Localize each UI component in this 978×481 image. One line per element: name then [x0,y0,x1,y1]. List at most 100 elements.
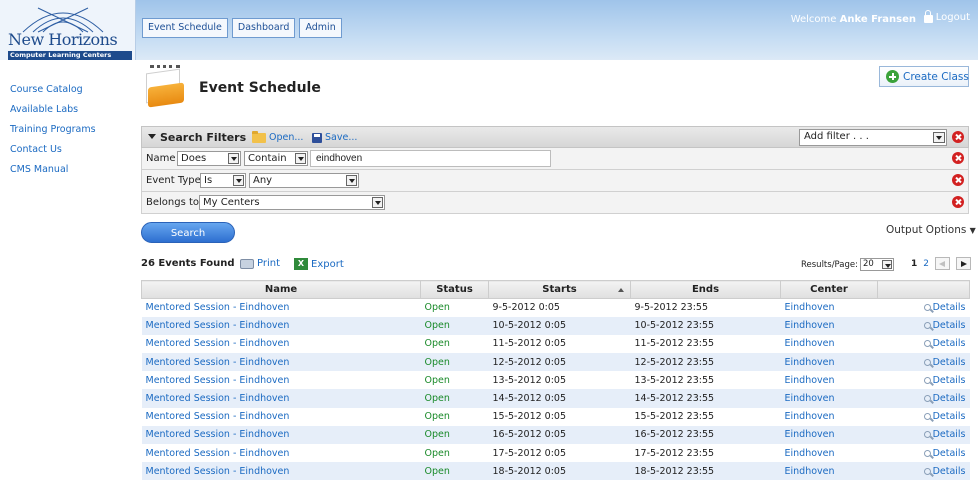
search-filters-toggle[interactable]: Search Filters [148,131,246,144]
sort-ascending-icon [618,288,624,292]
page-title: Event Schedule [199,80,321,96]
sidebar-item-training-programs[interactable]: Training Programs [10,120,132,140]
event-name-link[interactable]: Mentored Session - Eindhoven [142,444,421,462]
save-filters-link[interactable]: Save... [312,132,357,143]
dropdown-arrow-icon[interactable] [933,132,945,143]
output-options-menu[interactable]: Output Options ▼ [886,224,976,236]
column-header-center[interactable]: Center [780,280,878,299]
event-status: Open [420,389,489,408]
floppy-disk-icon [312,132,322,143]
nav-tab-admin[interactable]: Admin [299,18,342,38]
details-link[interactable]: Details [877,389,970,408]
details-link[interactable]: Details [878,371,970,389]
details-label: Details [932,393,966,405]
event-name-link[interactable]: Mentored Session - Eindhoven [142,299,421,317]
details-link[interactable]: Details [877,353,970,372]
printer-icon [240,258,254,269]
filter-name-operator-1[interactable]: Does [177,151,241,166]
event-center-link[interactable]: Eindhoven [780,462,878,481]
event-name-link[interactable]: Mentored Session - Eindhoven [141,462,421,481]
sidebar-item-course-catalog[interactable]: Course Catalog [10,80,132,100]
event-status: Open [424,411,450,423]
details-link[interactable]: Details [877,462,970,481]
remove-filter-icon[interactable] [952,174,964,186]
filter-event-type-label: Event Type [146,175,201,186]
event-center-link[interactable]: Eindhoven [781,335,878,353]
event-status: Open [420,353,489,372]
event-center-link[interactable]: Eindhoven [780,353,878,372]
event-center-link[interactable]: Eindhoven [781,444,878,462]
filter-name-input[interactable] [310,150,551,167]
folder-icon [252,130,266,143]
details-link[interactable]: Details [878,444,970,462]
filter-name-operator-1-value: Does [181,153,207,164]
column-header-ends[interactable]: Ends [630,280,781,299]
table-row: Mentored Session - Eindhoven Open 12-5-201… [141,353,970,372]
magnifier-icon [923,395,931,403]
magnifier-icon [923,413,931,421]
filter-belongs-to-value: My Centers [203,197,260,208]
table-row: Mentored Session - Eindhoven Open 9-5-2012… [142,299,970,317]
event-center-link[interactable]: Eindhoven [780,389,878,408]
remove-filter-icon[interactable] [952,196,964,208]
welcome-message: Welcome Anke Fransen [791,14,916,25]
event-center-link[interactable]: Eindhoven [780,316,878,335]
next-page-arrow-icon[interactable] [956,257,971,270]
event-name-link[interactable]: Mentored Session - Eindhoven [141,389,421,408]
remove-filter-icon[interactable] [952,152,964,164]
print-link[interactable]: Print [240,258,280,269]
export-link[interactable]: X Export [294,258,344,270]
event-name-link[interactable]: Mentored Session - Eindhoven [142,371,421,389]
sidebar-item-cms-manual[interactable]: CMS Manual [10,160,132,180]
event-starts: 14-5-2012 0:05 [488,389,631,408]
column-header-status[interactable]: Status [420,280,489,299]
prev-page-arrow-icon[interactable] [935,257,950,270]
results-per-page-select[interactable]: 20 [860,258,894,271]
column-header-starts[interactable]: Starts [488,280,631,299]
event-name-link[interactable]: Mentored Session - Eindhoven [141,316,421,335]
filter-event-type-operator[interactable]: Is [200,173,246,188]
details-link[interactable]: Details [878,408,970,426]
event-ends: 9-5-2012 23:55 [634,302,709,314]
create-class-button[interactable]: Create Class [879,66,969,87]
event-status: Open [424,302,450,314]
event-name-link[interactable]: Mentored Session - Eindhoven [141,425,421,444]
details-link[interactable]: Details [877,316,970,335]
table-row: Mentored Session - Eindhoven Open 18-5-201… [141,462,970,481]
event-status: Open [424,338,450,350]
sidebar-item-contact-us[interactable]: Contact Us [10,140,132,160]
event-center-link[interactable]: Eindhoven [781,299,878,317]
details-link[interactable]: Details [877,425,970,444]
event-center-link[interactable]: Eindhoven [780,425,878,444]
add-filter-select[interactable]: Add filter . . . [799,129,947,146]
event-center-link[interactable]: Eindhoven [781,371,878,389]
filter-belongs-to-select[interactable]: My Centers [199,195,385,210]
nav-tab-dashboard[interactable]: Dashboard [231,18,296,38]
open-filters-link[interactable]: Open... [252,130,303,143]
nav-tab-event-schedule[interactable]: Event Schedule [142,18,228,38]
logout-link[interactable]: Logout [923,10,970,23]
search-button[interactable]: Search [141,222,235,243]
event-starts: 15-5-2012 0:05 [492,411,567,423]
event-ends: 15-5-2012 23:55 [634,411,715,423]
magnifier-icon [923,340,931,348]
column-header-name[interactable]: Name [141,280,421,299]
logo[interactable]: New Horizons Computer Learning Centers [0,0,136,60]
event-name-link[interactable]: Mentored Session - Eindhoven [142,408,421,426]
filter-name-operator-2[interactable]: Contain [244,151,308,166]
details-label: Details [932,411,966,423]
magnifier-icon [923,322,931,330]
page-link-2[interactable]: 2 [923,259,929,269]
event-center-link[interactable]: Eindhoven [781,408,878,426]
details-label: Details [932,429,966,441]
details-link[interactable]: Details [878,335,970,353]
search-filters-panel: Search Filters Open... Save... Add filte… [141,126,969,214]
sidebar-item-available-labs[interactable]: Available Labs [10,100,132,120]
dropdown-arrow-icon [372,197,383,208]
filter-row-belongs-to: Belongs to My Centers [141,192,969,214]
filter-event-type-select[interactable]: Any [249,173,359,188]
clear-all-filters-icon[interactable] [952,131,964,143]
details-link[interactable]: Details [878,299,970,317]
event-name-link[interactable]: Mentored Session - Eindhoven [141,353,421,372]
event-name-link[interactable]: Mentored Session - Eindhoven [142,335,421,353]
